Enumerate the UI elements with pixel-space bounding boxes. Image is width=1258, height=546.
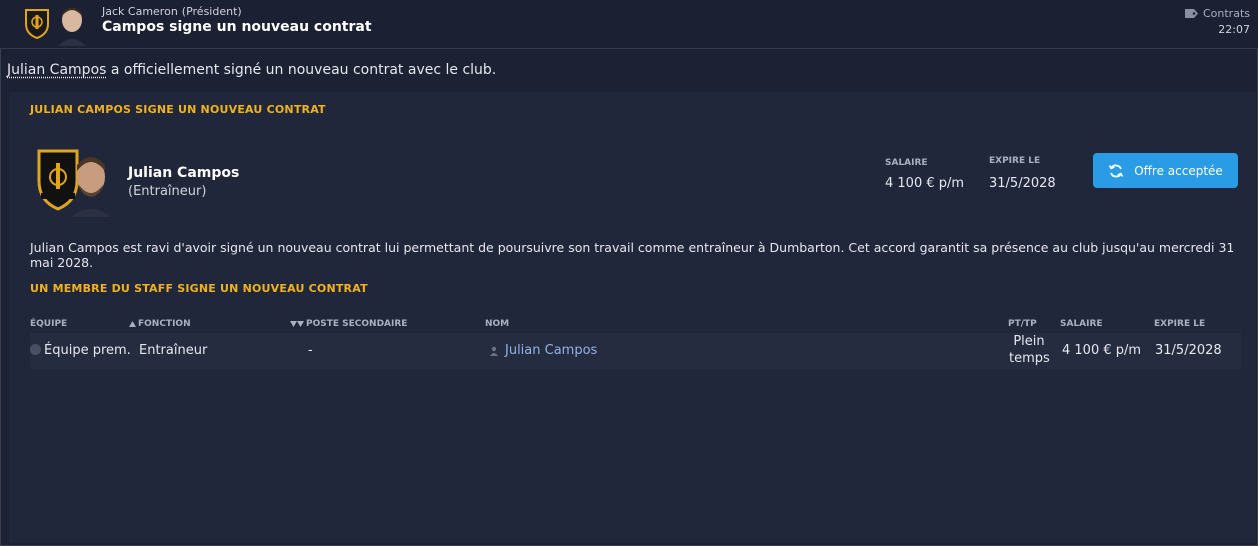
sender-name[interactable]: Jack Cameron [102,5,178,18]
cell-secondary: - [308,343,313,358]
news-panel: JULIAN CAMPOS SIGNE UN NOUVEAU CONTRAT J… [9,92,1256,543]
offer-button-label: Offre acceptée [1134,163,1223,178]
sender-role: (Président) [181,5,242,18]
col-function[interactable]: FONCTION [129,319,191,329]
cell-function: Entraîneur [139,343,208,358]
col-salary[interactable]: SALAIRE [1060,319,1103,329]
salary-label: SALAIRE [885,158,928,168]
message-time: 22:07 [1218,23,1250,36]
person-name[interactable]: Julian Campos [128,165,239,181]
section-title-contract: JULIAN CAMPOS SIGNE UN NOUVEAU CONTRAT [30,103,326,116]
cell-salary: 4 100 € p/m [1062,343,1142,358]
message-category[interactable]: Contrats [1184,7,1250,20]
player-link[interactable]: Julian Campos [7,62,106,78]
news-body: Julian Campos est ravi d'avoir signé un … [30,240,1235,270]
intro-rest: a officiellement signé un nouveau contra… [106,62,497,78]
col-name[interactable]: NOM [485,319,509,329]
sort-up-icon [129,321,136,327]
staff-avatar[interactable] [67,147,115,217]
cell-name[interactable]: Julian Campos [489,343,597,358]
person-role: (Entraîneur) [128,184,207,199]
refresh-icon [1108,164,1124,177]
col-team[interactable]: ÉQUIPE [30,319,67,329]
staff-name-link[interactable]: Julian Campos [505,343,597,358]
col-secondary[interactable]: POSTE SECONDAIRE [290,319,407,329]
message-subject: Campos signe un nouveau contrat [102,19,372,35]
offer-accepted-button[interactable]: Offre acceptée [1093,153,1238,188]
cell-team: Équipe prem. [30,343,131,358]
category-label: Contrats [1202,7,1250,20]
president-avatar[interactable] [56,4,88,46]
section-title-staff: UN MEMBRE DU STAFF SIGNE UN NOUVEAU CONT… [30,282,368,295]
expiry-label: EXPIRE LE [989,156,1041,166]
cell-ptft: Plein temps [1009,334,1050,366]
cell-expiry: 31/5/2028 [1155,343,1222,358]
salary-value: 4 100 € p/m [885,176,965,191]
person-icon [490,346,498,356]
table-row[interactable]: Équipe prem. Entraîneur - Julian Campos … [30,333,1241,369]
club-badge-icon[interactable] [23,7,51,39]
col-expiry[interactable]: EXPIRE LE [1154,319,1205,329]
tag-icon [1184,9,1198,18]
intro-text: Julian Campos a officiellement signé un … [7,62,496,78]
sort-down-icon [290,321,304,327]
check-icon [30,344,41,355]
col-ptft[interactable]: PT/TP [1008,319,1037,329]
message-header: Jack Cameron (Président) Campos signe un … [0,0,1258,49]
expiry-value: 31/5/2028 [989,176,1056,191]
sender: Jack Cameron (Président) [102,5,242,18]
